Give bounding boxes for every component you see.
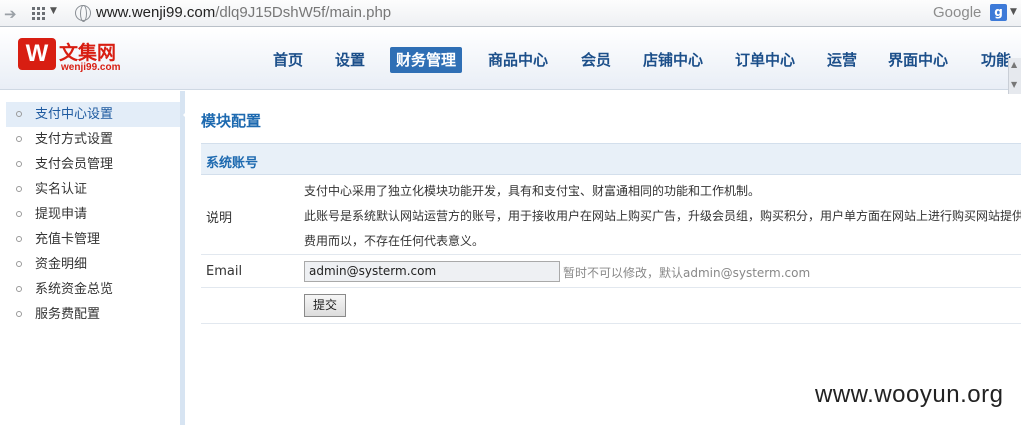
url-host: www.wenji99.com — [96, 4, 216, 21]
apps-dropdown-icon[interactable]: ▼ — [50, 6, 57, 16]
nav-interface[interactable]: 界面中心 — [882, 47, 954, 73]
main-nav: 首页 设置 财务管理 商品中心 会员 店铺中心 订单中心 运营 界面中心 功能 — [0, 47, 1021, 73]
bullet-icon — [16, 186, 22, 192]
row-divider — [201, 323, 1021, 324]
bullet-icon — [16, 211, 22, 217]
email-hint: 暂时不可以修改，默认admin@systerm.com — [563, 266, 811, 280]
bullet-icon — [16, 111, 22, 117]
sidebar-item-label: 资金明细 — [35, 257, 88, 272]
section-header: 系统账号 — [201, 143, 1021, 175]
description-label: 说明 — [206, 211, 233, 226]
email-field[interactable]: admin@systerm.com — [304, 261, 560, 282]
bullet-icon — [16, 286, 22, 292]
sidebar-item-recharge-cards[interactable]: 充值卡管理 — [6, 227, 180, 252]
url-path: /dlq9J15DshW5f/main.php — [215, 4, 392, 21]
bullet-icon — [16, 311, 22, 317]
nav-settings[interactable]: 设置 — [329, 47, 371, 73]
bullet-icon — [16, 161, 22, 167]
sidebar: 支付中心设置 支付方式设置 支付会员管理 实名认证 提现申请 充值卡管理 资金明… — [0, 91, 190, 425]
bullet-icon — [16, 236, 22, 242]
main-content: 模块配置 系统账号 说明 支付中心采用了独立化模块功能开发，具有和支付宝、财富通… — [190, 91, 1021, 425]
nav-stores[interactable]: 店铺中心 — [637, 47, 709, 73]
sidebar-item-label: 支付中心设置 — [35, 107, 114, 122]
forward-arrow-icon[interactable]: ➔ — [4, 5, 17, 23]
sidebar-item-label: 实名认证 — [35, 182, 88, 197]
nav-finance[interactable]: 财务管理 — [390, 47, 463, 73]
search-dropdown-icon[interactable]: ▼ — [1010, 7, 1017, 17]
apps-grid-icon[interactable] — [32, 7, 45, 20]
globe-icon — [75, 5, 91, 22]
site-header: W 文集网 wenji99.com 首页 设置 财务管理 商品中心 会员 店铺中… — [0, 28, 1021, 94]
submit-button[interactable]: 提交 — [304, 294, 346, 317]
sidebar-item-service-fees[interactable]: 服务费配置 — [6, 302, 180, 327]
sidebar-item-label: 支付会员管理 — [35, 157, 114, 172]
email-label: Email — [206, 264, 243, 279]
sidebar-item-payment-members[interactable]: 支付会员管理 — [6, 152, 180, 177]
active-pointer-icon — [183, 108, 190, 122]
google-search-icon[interactable]: g — [990, 4, 1007, 21]
sidebar-item-verification[interactable]: 实名认证 — [6, 177, 180, 202]
bullet-icon — [16, 136, 22, 142]
description-line: 费用而以，不存在任何代表意义。 — [304, 234, 485, 248]
sidebar-item-label: 服务费配置 — [35, 307, 101, 322]
description-line: 支付中心采用了独立化模块功能开发，具有和支付宝、财富通相同的功能和工作机制。 — [304, 184, 761, 198]
sidebar-item-label: 提现申请 — [35, 207, 88, 222]
sidebar-item-label: 系统资金总览 — [35, 282, 114, 297]
nav-home[interactable]: 首页 — [267, 47, 309, 73]
sidebar-item-label: 支付方式设置 — [35, 132, 114, 147]
sidebar-item-payment-center[interactable]: 支付中心设置 — [6, 102, 190, 127]
bullet-icon — [16, 261, 22, 267]
description-line: 此账号是系统默认网站运营方的账号，用于接收用户在网站上购买广告，升级会员组，购买… — [304, 209, 1021, 223]
sidebar-item-withdrawals[interactable]: 提现申请 — [6, 202, 180, 227]
header-scroll-arrows[interactable] — [1008, 58, 1021, 94]
row-divider — [201, 254, 1021, 255]
page-title: 模块配置 — [201, 112, 262, 130]
browser-address-bar: ➔ ▼ www.wenji99.com/dlq9J15DshW5f/main.p… — [0, 0, 1021, 27]
nav-operations[interactable]: 运营 — [821, 47, 863, 73]
nav-members[interactable]: 会员 — [575, 47, 617, 73]
watermark: www.wooyun.org — [815, 381, 1004, 408]
nav-products[interactable]: 商品中心 — [482, 47, 554, 73]
sidebar-item-fund-details[interactable]: 资金明细 — [6, 252, 180, 277]
nav-orders[interactable]: 订单中心 — [729, 47, 801, 73]
row-divider — [201, 287, 1021, 288]
search-engine-label[interactable]: Google — [933, 4, 981, 21]
section-title: 系统账号 — [206, 156, 259, 171]
sidebar-item-payment-methods[interactable]: 支付方式设置 — [6, 127, 180, 152]
sidebar-item-fund-overview[interactable]: 系统资金总览 — [6, 277, 180, 302]
sidebar-item-label: 充值卡管理 — [35, 232, 101, 247]
url-field[interactable]: www.wenji99.com/dlq9J15DshW5f/main.php — [96, 4, 391, 21]
